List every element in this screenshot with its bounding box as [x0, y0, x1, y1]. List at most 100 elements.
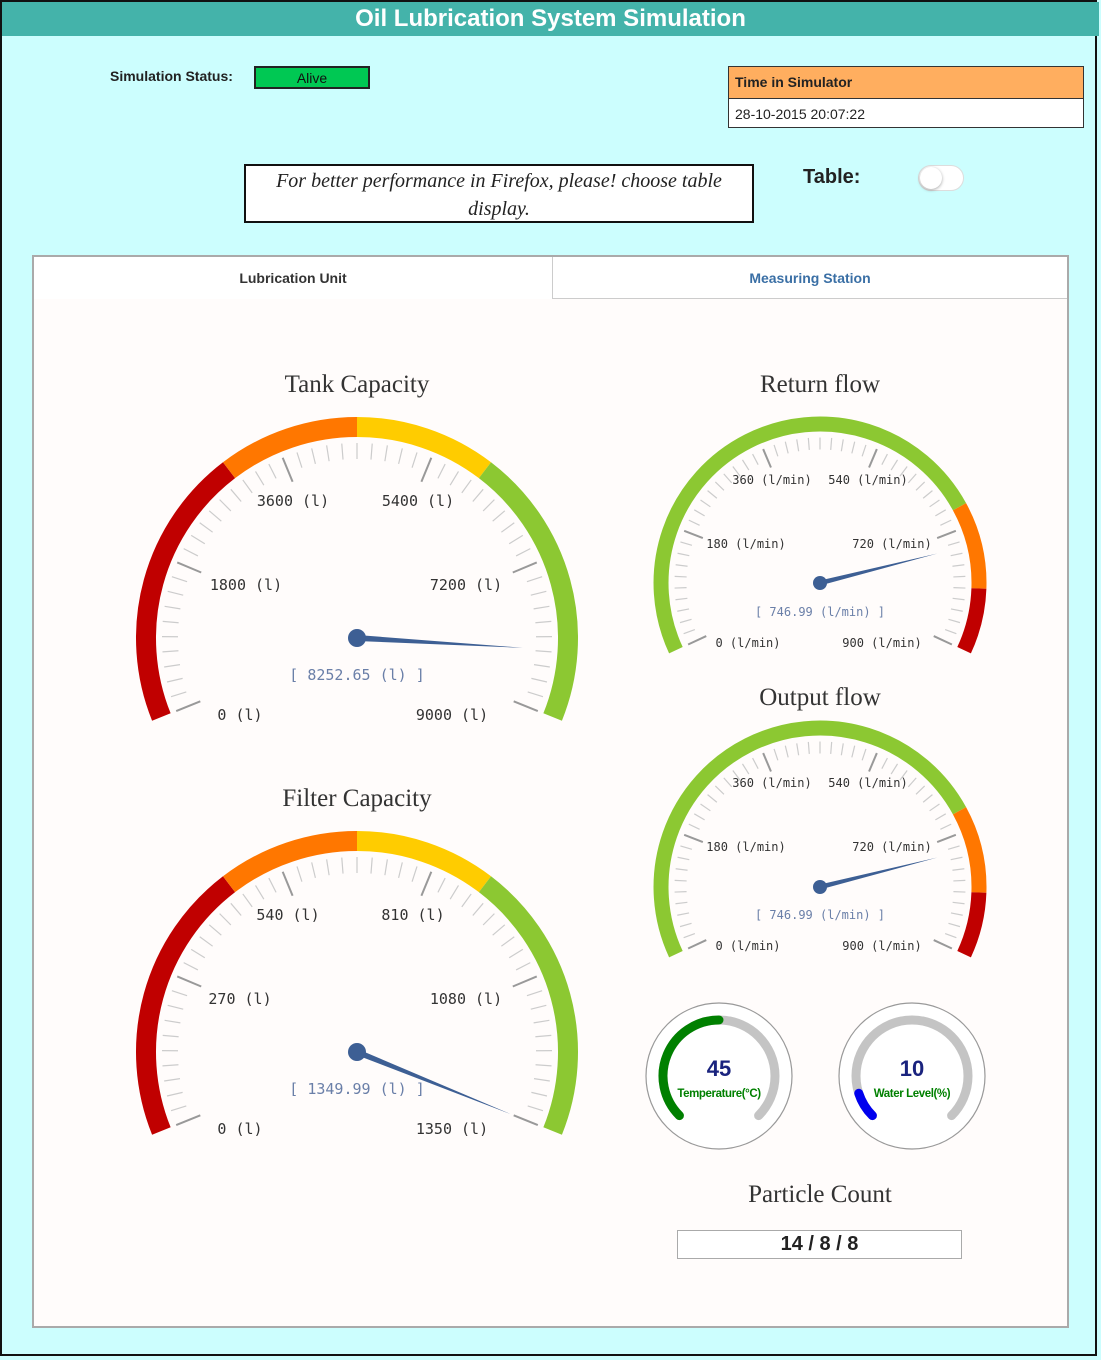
return-flow-gauge: Return flow 0 (l/min) 180 (l/min) 360 (l/mi…: [653, 371, 987, 654]
return-flow-readout: [ 746.99 (l/min) ]: [755, 605, 885, 619]
return-flow-tick: [679, 618, 692, 624]
return-flow-tick: [952, 597, 965, 601]
return-flow-tick: [762, 448, 772, 468]
tank-capacity-tick: [164, 605, 181, 610]
return-flow-tick-label: 900 (l/min): [842, 636, 921, 650]
return-flow-band-red: [957, 588, 987, 654]
filter-capacity-tick: [398, 862, 403, 879]
return-flow-tick: [840, 439, 844, 452]
return-flow-tick: [707, 490, 718, 499]
filter-capacity-tick: [411, 866, 418, 882]
return-flow-tick: [723, 473, 733, 484]
tank-capacity-tick: [167, 590, 184, 596]
tank-capacity-tick: [515, 548, 531, 557]
tank-capacity-gauge: Tank Capacity 0 (l) 1800 (l) 3600 (l) 5400 (…: [136, 371, 578, 724]
filter-capacity-tick: [296, 866, 303, 882]
output-flow-tick: [890, 763, 899, 775]
tank-capacity-tick: [411, 452, 418, 468]
output-flow-tick: [675, 901, 688, 905]
return-flow-tick: [680, 541, 693, 546]
filter-capacity-tick: [461, 893, 472, 908]
output-flow-tick: [929, 803, 940, 812]
filter-capacity-tick: [170, 1105, 187, 1112]
filter-capacity-tick: [420, 871, 433, 897]
output-flow-tick: [680, 845, 693, 850]
tank-capacity-tick: [512, 561, 538, 574]
return-flow-tick: [674, 575, 687, 578]
tank-capacity-tick: [461, 479, 472, 494]
tank-capacity-tick-label: 1800 (l): [210, 576, 282, 594]
output-flow-tick: [784, 745, 789, 758]
output-flow-readout: [ 746.99 (l/min) ]: [755, 908, 885, 922]
filter-capacity-tick-label: 810 (l): [381, 906, 444, 924]
tank-capacity-tick: [398, 448, 403, 465]
tank-capacity-tick: [533, 605, 550, 610]
return-flow-tick: [907, 473, 917, 484]
output-flow-tick: [953, 879, 966, 882]
filter-capacity-tick-label: 270 (l): [208, 990, 271, 1008]
tank-capacity-tick: [326, 445, 330, 462]
filter-capacity-band-orange: [222, 831, 358, 893]
output-flow-tick: [752, 757, 759, 769]
filter-capacity-tick: [515, 962, 531, 971]
return-flow-tick: [868, 448, 878, 468]
output-flow-tick: [935, 813, 947, 821]
filter-capacity-tick: [326, 859, 330, 876]
output-flow-tick-label: 540 (l/min): [828, 776, 907, 790]
filter-capacity-tick: [176, 975, 202, 988]
output-flow-tick: [936, 833, 957, 843]
tank-capacity-tick: [370, 443, 373, 460]
tank-capacity-tick: [242, 479, 253, 494]
return-flow-tick: [675, 564, 688, 567]
output-flow-tick: [830, 741, 833, 754]
filter-capacity-tick: [268, 877, 277, 893]
output-flow-tick: [723, 777, 733, 788]
filter-capacity-tick-label: 540 (l): [256, 906, 319, 924]
output-flow-tick: [683, 932, 696, 939]
tank-capacity-tick: [183, 548, 199, 557]
return-flow-tick: [688, 519, 700, 526]
filter-capacity-tick: [167, 1004, 184, 1010]
output-flow-tick: [741, 763, 750, 775]
output-flow-tick: [861, 748, 867, 761]
return-flow-title: Return flow: [760, 371, 880, 398]
filter-capacity-tick-label: 1350 (l): [416, 1120, 488, 1138]
return-flow-tick: [741, 459, 750, 471]
tank-capacity-tick: [341, 443, 344, 460]
output-flow-tick: [881, 757, 888, 769]
filter-capacity-readout: [ 1349.99 (l) ]: [289, 1080, 424, 1098]
return-flow-tick: [851, 441, 856, 454]
tank-capacity-tick: [527, 691, 544, 698]
output-flow-tick-label: 720 (l/min): [852, 840, 931, 854]
output-flow-tick: [922, 794, 933, 803]
output-flow-tick: [700, 803, 711, 812]
tank-capacity-tick-label: 7200 (l): [430, 576, 502, 594]
return-flow-tick-label: 0 (l/min): [715, 636, 780, 650]
tank-capacity-tick: [526, 576, 543, 583]
tank-capacity-tick: [508, 534, 524, 545]
output-flow-tick: [907, 777, 917, 788]
tank-capacity-tick: [171, 576, 188, 583]
filter-capacity-tick: [526, 990, 543, 997]
tank-capacity-needle: [356, 635, 523, 648]
output-flow-tick: [915, 785, 926, 795]
filter-capacity-tick: [531, 1091, 548, 1097]
output-flow-tick: [840, 743, 844, 756]
return-flow-tick-label: 360 (l/min): [732, 473, 811, 487]
tank-capacity-tick: [530, 590, 547, 596]
tank-capacity-tick: [208, 510, 222, 522]
tank-capacity-band-yellow: [356, 417, 492, 479]
tank-capacity-tick: [162, 650, 179, 653]
water-level-label: Water Level(%): [874, 1088, 951, 1100]
filter-capacity-tick: [183, 962, 199, 971]
filter-capacity-tick: [166, 1091, 183, 1097]
output-flow-tick: [675, 868, 688, 871]
output-flow-tick: [944, 932, 957, 939]
return-flow-tick: [693, 509, 705, 517]
filter-capacity-tick: [230, 902, 242, 916]
output-flow-tick-label: 0 (l/min): [715, 939, 780, 953]
output-flow-tick: [762, 752, 772, 772]
filter-capacity-tick: [384, 859, 388, 876]
tank-capacity-readout: [ 8252.65 (l) ]: [289, 666, 424, 684]
tank-capacity-tick: [281, 457, 294, 483]
